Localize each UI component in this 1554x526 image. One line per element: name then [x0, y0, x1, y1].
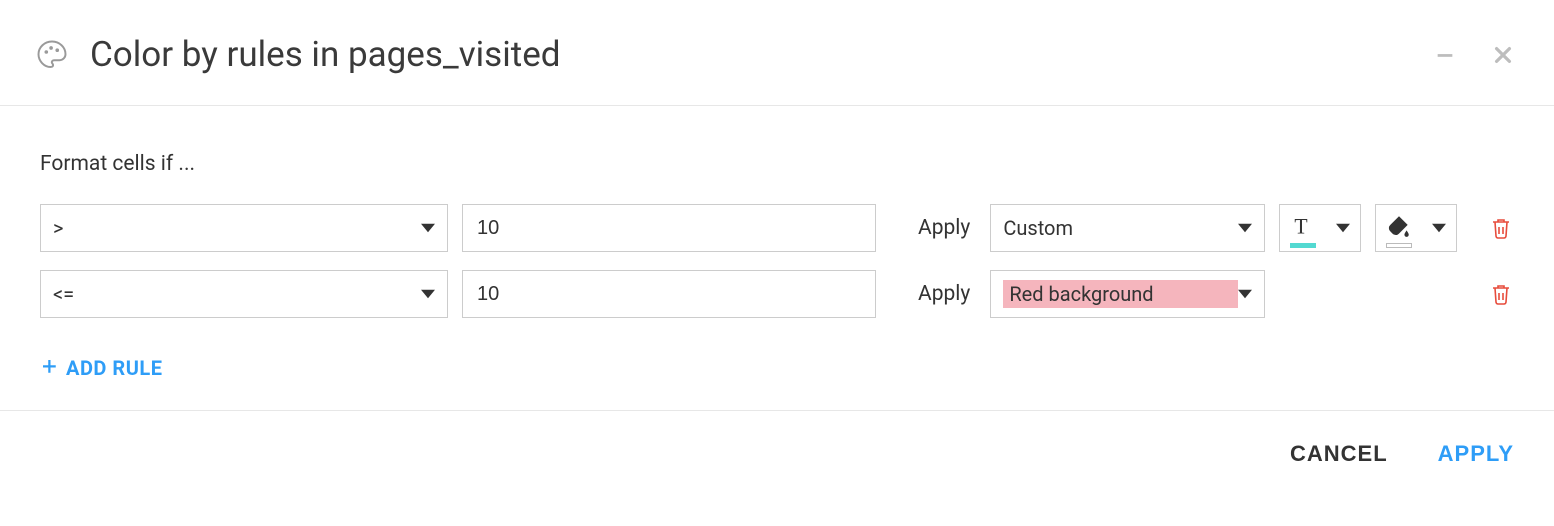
value-input[interactable]	[477, 283, 861, 306]
window-controls	[1434, 44, 1514, 66]
chevron-down-icon	[1238, 221, 1252, 235]
svg-text:T: T	[1295, 214, 1308, 238]
rule-row: > Apply Custom T	[40, 204, 1514, 252]
chevron-down-icon	[1432, 221, 1446, 235]
value-input-wrapper	[462, 270, 876, 318]
style-select[interactable]: Red background	[990, 270, 1265, 318]
delete-rule-button[interactable]	[1488, 215, 1514, 241]
apply-label: Apply	[918, 282, 970, 306]
delete-rule-button[interactable]	[1488, 281, 1514, 307]
dialog-title: Color by rules in pages_visited	[90, 34, 1434, 75]
chevron-down-icon	[1336, 221, 1350, 235]
rule-row: <= Apply Red background	[40, 270, 1514, 318]
close-icon[interactable]	[1492, 44, 1514, 66]
format-prompt: Format cells if ...	[40, 152, 1514, 176]
style-value: Red background	[1003, 280, 1238, 308]
fill-color-picker[interactable]	[1375, 204, 1457, 252]
style-select[interactable]: Custom	[990, 204, 1265, 252]
apply-button[interactable]: APPLY	[1438, 441, 1514, 467]
cancel-button[interactable]: CANCEL	[1290, 441, 1388, 467]
palette-icon	[34, 37, 70, 73]
dialog: Color by rules in pages_visited Format c…	[0, 0, 1554, 467]
add-rule-button[interactable]: ADD RULE	[40, 356, 162, 380]
minimize-icon[interactable]	[1434, 44, 1456, 66]
chevron-down-icon	[1238, 287, 1252, 301]
operator-select[interactable]: >	[40, 204, 448, 252]
fill-color-icon	[1386, 213, 1412, 244]
dialog-body: Format cells if ... > Apply Custom	[0, 106, 1554, 411]
add-rule-label: ADD RULE	[66, 356, 162, 380]
text-color-icon: T	[1290, 213, 1316, 244]
operator-value: >	[53, 216, 63, 240]
chevron-down-icon	[421, 287, 435, 301]
dialog-footer: CANCEL APPLY	[0, 411, 1554, 467]
operator-value: <=	[53, 282, 74, 306]
dialog-header: Color by rules in pages_visited	[0, 0, 1554, 106]
text-color-picker[interactable]: T	[1279, 204, 1361, 252]
value-input[interactable]	[477, 217, 861, 240]
apply-label: Apply	[918, 216, 970, 240]
chevron-down-icon	[421, 221, 435, 235]
value-input-wrapper	[462, 204, 876, 252]
plus-icon	[40, 356, 58, 380]
operator-select[interactable]: <=	[40, 270, 448, 318]
style-value: Custom	[1003, 216, 1238, 240]
